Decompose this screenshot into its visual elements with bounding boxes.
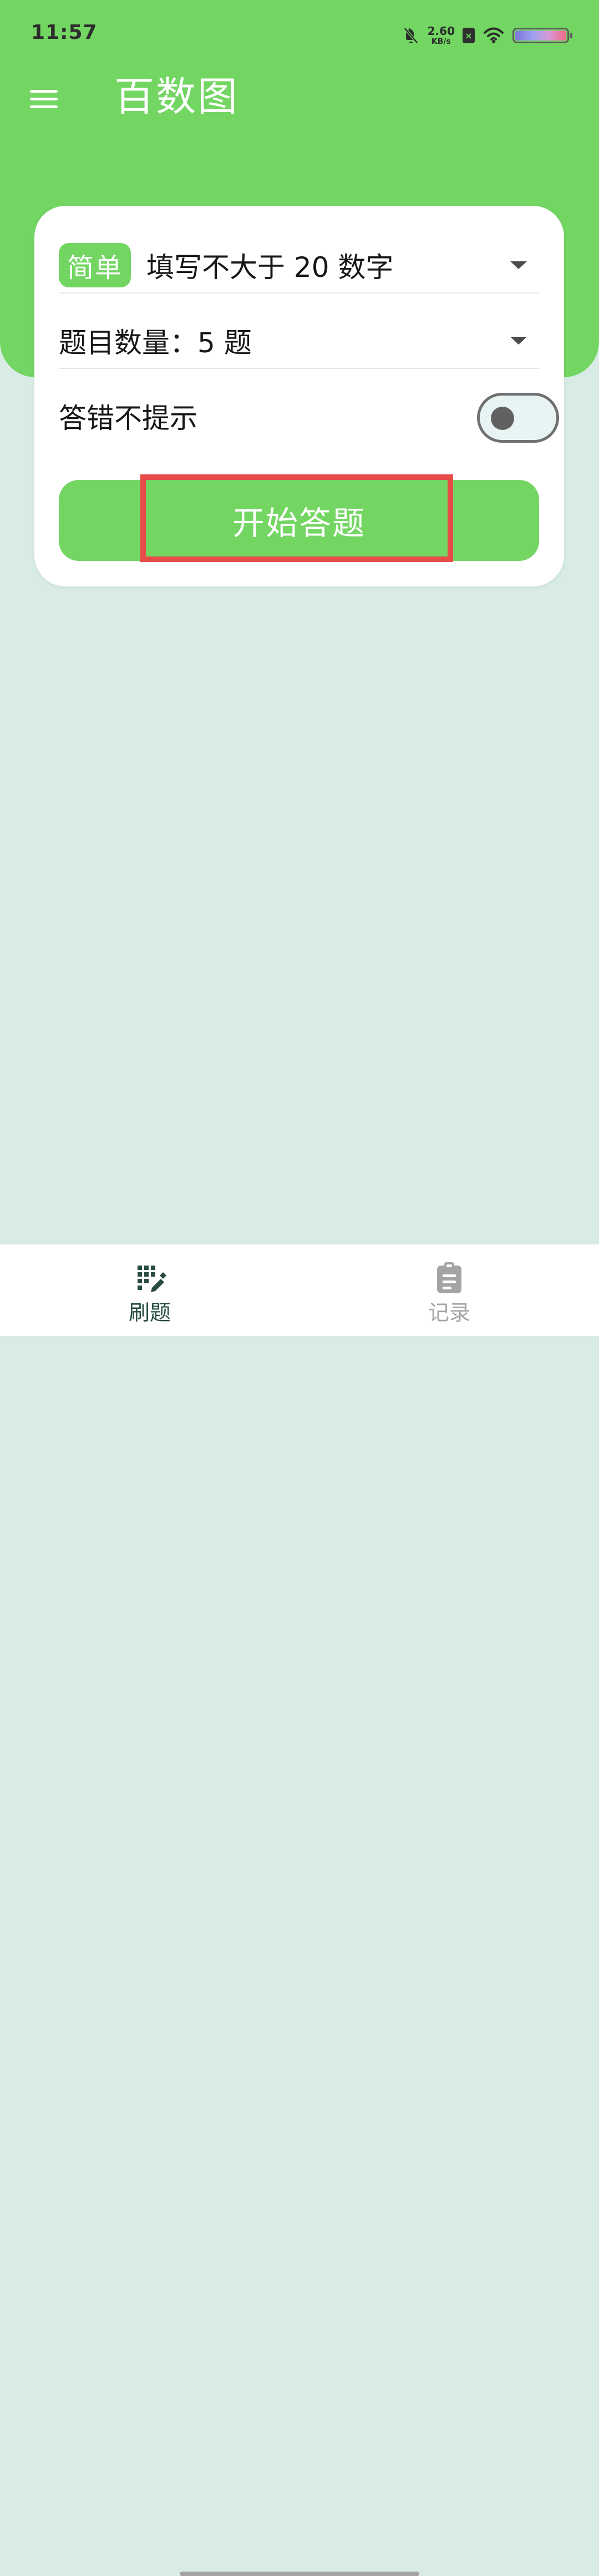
battery-level [515,31,566,41]
question-count-dropdown[interactable]: 题目数量：5 题 [59,318,539,363]
gesture-bar [180,2572,419,2576]
start-quiz-button[interactable]: 开始答题 [59,480,539,561]
status-bar: 11:57 2.60 KB/s × [0,0,599,67]
nav-item-practice[interactable]: 刷题 [100,1260,200,1327]
network-speed: 2.60 KB/s [428,26,455,45]
wrong-answer-hint-row: 答错不提示 [59,388,559,444]
wifi-icon [484,27,504,43]
dropdown-arrow-icon [510,337,527,345]
menu-icon-line [30,98,58,100]
nav-item-records[interactable]: 记录 [399,1260,499,1327]
bottom-navigation: 刷题 记录 [0,1244,599,2576]
difficulty-text: 填写不大于 20 数字 [146,251,394,284]
menu-icon-line [30,90,58,93]
wrong-answer-hint-toggle[interactable] [477,393,559,443]
clipboard-icon [437,1262,461,1293]
question-count-text: 题目数量：5 题 [59,327,252,359]
settings-card: 简单 填写不大于 20 数字 题目数量：5 题 答错不提示 开始答题 [34,206,564,586]
sim-icon: × [463,28,475,43]
menu-button[interactable] [27,87,61,112]
dropdown-arrow-icon [510,261,527,269]
difficulty-badge: 简单 [59,243,131,287]
grid-edit-icon [138,1266,166,1292]
menu-icon-line [30,105,58,108]
network-speed-value: 2.60 [427,24,455,38]
nav-label-records: 记录 [428,1300,470,1325]
status-icons: 2.60 KB/s × [402,22,572,49]
status-time: 11:57 [31,21,98,44]
difficulty-divider [59,292,539,293]
nav-label-practice: 刷题 [128,1300,171,1325]
bell-off-icon [403,27,418,44]
question-count-divider [59,368,539,369]
wrong-answer-hint-label: 答错不提示 [59,402,197,434]
toggle-knob [491,407,514,430]
page-title: 百数图 [114,73,240,120]
battery-icon [512,28,572,43]
difficulty-dropdown[interactable]: 简单 填写不大于 20 数字 [59,242,539,288]
network-speed-unit: KB/s [431,37,451,46]
